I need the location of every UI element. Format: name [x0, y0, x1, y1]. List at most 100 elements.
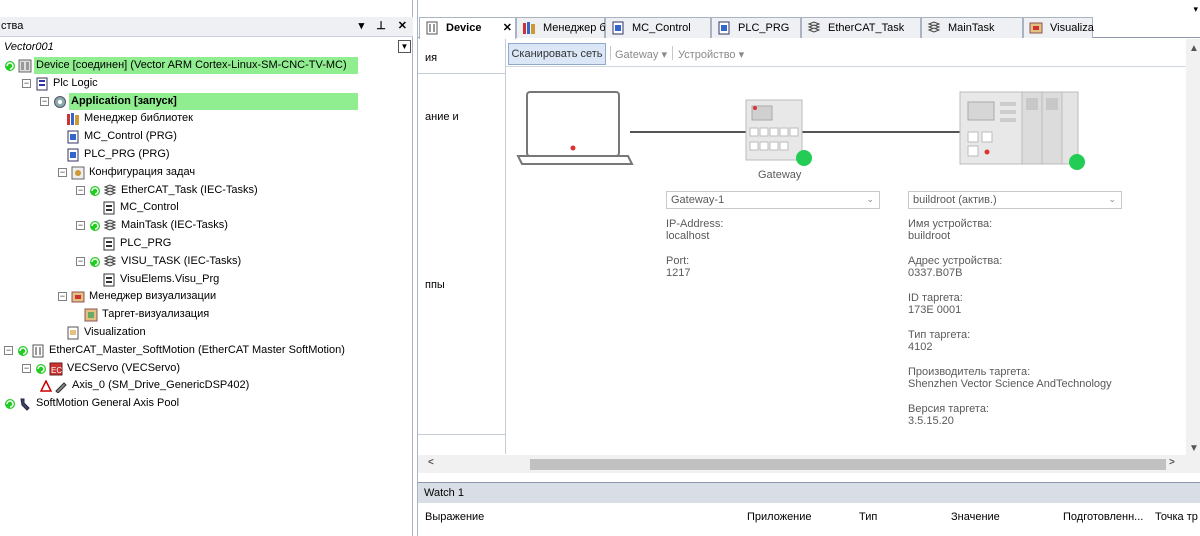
tab-label: MainTask	[948, 22, 995, 34]
application-gear-icon	[53, 95, 67, 109]
collapse-toggle-icon[interactable]: −	[22, 363, 31, 373]
panel-pin-button[interactable]: ⊥	[376, 19, 386, 32]
panel-menu-button[interactable]: ▾	[359, 19, 365, 32]
watch-col-expression[interactable]: Выражение	[425, 511, 484, 523]
library-tab-icon	[522, 21, 536, 35]
collapse-toggle-icon[interactable]: −	[22, 78, 31, 88]
side-nav-item[interactable]: ппы	[425, 279, 445, 291]
gateway-select[interactable]: Gateway-1 ⌄	[666, 191, 880, 209]
watch-col-type[interactable]: Тип	[859, 511, 877, 523]
tab-2[interactable]: MC_Control	[605, 17, 711, 38]
gateway-port: Port: 1217	[666, 255, 691, 279]
tree-node[interactable]: PLC_PRG	[0, 235, 413, 253]
editor-area: Device ✕ Менеджер библиотек MC_Control PLC_P…	[417, 0, 1200, 536]
tree-node[interactable]: Таргет-визуализация	[0, 306, 413, 324]
tree-node[interactable]: − Application [запуск]	[0, 92, 413, 111]
tab-0[interactable]: Device ✕	[419, 17, 516, 39]
device-info-field: Тип таргета: 4102	[908, 329, 971, 353]
tree-node[interactable]: − EC VECServo (VECServo)	[0, 360, 413, 378]
network-view: Gateway Gateway-1 ⌄ buildroot (актив.) ⌄…	[506, 68, 1186, 454]
ethercat-master-icon	[31, 344, 45, 358]
tab-4[interactable]: EtherCAT_Task	[801, 17, 921, 38]
tree-node[interactable]: − Менеджер визуализации	[0, 288, 413, 306]
device-menu[interactable]: Устройство ▾	[678, 48, 744, 61]
plc-logic-icon	[35, 77, 49, 91]
device-icon	[18, 59, 32, 73]
tree-node[interactable]: − EtherCAT_Task (IEC-Tasks)	[0, 182, 413, 200]
collapse-toggle-icon[interactable]: −	[58, 292, 67, 302]
scroll-left-icon[interactable]: <	[428, 457, 434, 468]
tab-overflow-button[interactable]: ▾	[1193, 4, 1198, 15]
tree-node[interactable]: − VISU_TASK (IEC-Tasks)	[0, 253, 413, 271]
tree-node-label: Менеджер визуализации	[89, 290, 217, 303]
tree-node[interactable]: − EtherCAT_Master_SoftMotion (EtherCAT Ma…	[0, 342, 413, 360]
tree-node[interactable]: VisuElems.Visu_Prg	[0, 271, 413, 289]
tree-node[interactable]: − Конфигурация задач	[0, 164, 413, 182]
devices-panel: ства ▾ ⊥ ✕ Vector001 ▼ Device [соединен]…	[0, 0, 413, 536]
tab-3[interactable]: PLC_PRG	[711, 17, 801, 38]
task-icon	[103, 184, 117, 198]
device-info-field: Производитель таргета: Shenzhen Vector Sc…	[908, 366, 1112, 390]
scroll-down-icon[interactable]: ▼	[1189, 443, 1199, 454]
tree-node[interactable]: Visualization	[0, 324, 413, 342]
scroll-up-icon[interactable]: ▲	[1189, 43, 1199, 54]
running-icon	[89, 185, 101, 197]
device-info-field: Адрес устройства: 0337.B07B	[908, 255, 1003, 279]
pou-tab-icon	[717, 21, 731, 35]
collapse-toggle-icon[interactable]: −	[76, 185, 85, 195]
tree-node[interactable]: MC_Control (PRG)	[0, 128, 413, 146]
tab-6[interactable]: Visualiza	[1023, 17, 1094, 38]
collapse-toggle-icon[interactable]: −	[76, 221, 85, 231]
gateway-menu[interactable]: Gateway ▾	[615, 48, 667, 61]
device-status-indicator	[1069, 154, 1085, 170]
tree-node-label: Device [соединен] (Vector ARM Cortex-Lin…	[36, 59, 347, 71]
tree-node[interactable]: MC_Control	[0, 199, 413, 217]
device-select[interactable]: buildroot (актив.) ⌄	[908, 191, 1122, 209]
tree-node-label: PLC_PRG (PRG)	[84, 148, 170, 160]
watch-col-prepared[interactable]: Подготовленн...	[1063, 511, 1143, 523]
side-nav-item[interactable]: ание и	[425, 111, 459, 123]
visu-tab-icon	[1029, 21, 1043, 35]
scroll-thumb[interactable]	[530, 459, 1166, 470]
side-nav-item[interactable]: ия	[425, 52, 437, 64]
collapse-toggle-icon[interactable]: −	[58, 167, 67, 177]
chevron-down-icon[interactable]: ▼	[398, 40, 411, 53]
close-icon[interactable]: ✕	[503, 21, 512, 34]
project-selector[interactable]: Vector001 ▼	[0, 38, 413, 58]
collapse-toggle-icon[interactable]: −	[4, 345, 13, 355]
vertical-scrollbar[interactable]: ▲ ▼	[1186, 39, 1200, 473]
horizontal-scrollbar[interactable]: < >	[418, 455, 1186, 473]
collapse-toggle-icon[interactable]: −	[76, 256, 85, 266]
tree-node[interactable]: − MainTask (IEC-Tasks)	[0, 217, 413, 235]
visu-manager-icon	[71, 290, 85, 304]
collapse-toggle-icon[interactable]: −	[40, 96, 49, 106]
scroll-right-icon[interactable]: >	[1169, 457, 1175, 468]
scan-network-button[interactable]: Сканировать сеть	[508, 43, 606, 65]
tree-node[interactable]: PLC_PRG (PRG)	[0, 146, 413, 164]
tree-node[interactable]: SoftMotion General Axis Pool	[0, 395, 413, 413]
devices-panel-title-bar: ства ▾ ⊥ ✕	[0, 17, 413, 37]
gateway-icon[interactable]	[744, 98, 814, 168]
watch-col-value[interactable]: Значение	[951, 511, 1000, 523]
tree-node[interactable]: Device [соединен] (Vector ARM Cortex-Lin…	[0, 57, 413, 75]
device-editor: ия ание и ппы Сканировать сеть Gateway ▾…	[418, 39, 1200, 473]
tab-5[interactable]: MainTask	[921, 17, 1023, 38]
tab-label: PLC_PRG	[738, 22, 790, 34]
tree-node[interactable]: Менеджер библиотек	[0, 110, 413, 128]
tree-node-label: MC_Control (PRG)	[84, 130, 177, 143]
watch-col-application[interactable]: Приложение	[747, 511, 812, 523]
tab-1[interactable]: Менеджер библиотек	[516, 17, 652, 38]
watch-title: Watch 1	[424, 487, 464, 499]
watch-col-breakpoint[interactable]: Точка тр	[1155, 511, 1198, 523]
tree-node-label: Axis_0 (SM_Drive_GenericDSP402)	[72, 379, 250, 392]
watch-title-bar: Watch 1	[418, 483, 1200, 503]
panel-close-button[interactable]: ✕	[398, 19, 407, 32]
tree-node[interactable]: − Plc Logic	[0, 75, 413, 93]
tree-node[interactable]: Axis_0 (SM_Drive_GenericDSP402)	[0, 377, 413, 395]
tree-node-label: Visualization	[84, 326, 146, 338]
plc-device-icon[interactable]	[958, 90, 1088, 176]
tree-node-label: Менеджер библиотек	[84, 112, 193, 125]
running-icon	[89, 220, 101, 232]
device-info-field: ID таргета: 173E 0001	[908, 292, 963, 316]
chevron-down-icon: ⌄	[1108, 194, 1116, 204]
